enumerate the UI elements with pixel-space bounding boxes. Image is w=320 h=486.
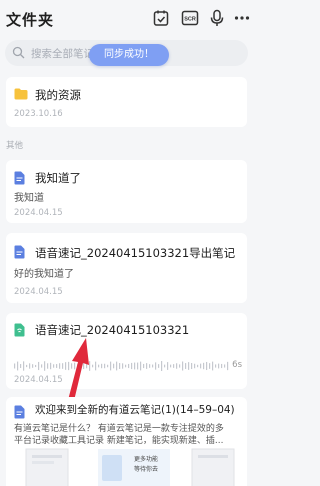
more-icon[interactable]	[233, 9, 251, 27]
note-date: 2024.04.15	[14, 375, 63, 385]
waveform-bar	[158, 364, 160, 368]
red-arrow-annotation	[67, 338, 89, 405]
waveform-bar	[98, 364, 100, 368]
note-title: 欢迎来到全新的有道云笔记(1)(14–59–04)	[35, 404, 235, 416]
document-icon	[14, 171, 25, 185]
waveform-bar	[53, 364, 55, 368]
note-title: 语音速记_20240415103321导出笔记	[35, 246, 236, 260]
thumbnail-caption-2: 等待你去	[134, 465, 158, 473]
waveform-bar	[209, 363, 211, 369]
top-bar: 文件夹 SCR	[0, 0, 253, 36]
folder-icon	[14, 88, 28, 100]
waveform-bar	[191, 362, 193, 370]
note-preview-line-2: 平台记录收藏工具记录 新建笔记，能实现新建、插...	[14, 436, 224, 446]
waveform-bar	[224, 364, 226, 368]
waveform-bar	[17, 361, 19, 371]
waveform-bar	[110, 361, 112, 371]
waveform-bar	[173, 364, 175, 368]
waveform-bar	[182, 361, 184, 371]
waveform-bar	[50, 362, 52, 370]
waveform-bar	[188, 362, 190, 370]
waveform-bar	[101, 363, 103, 369]
note-item[interactable]: 我知道了 我知道 2024.04.15	[6, 160, 247, 223]
note-thumbnails: 更多功能 等待你去	[25, 448, 235, 486]
microphone-icon[interactable]	[208, 9, 226, 27]
waveform-bar	[221, 363, 223, 369]
folder-date: 2023.10.16	[14, 109, 63, 119]
audio-note-item[interactable]: 语音速记_20240415103321 6s 2024.04.15	[6, 313, 247, 389]
audio-duration: 6s	[232, 360, 242, 370]
waveform-bar	[152, 364, 154, 368]
note-item[interactable]: 语音速记_20240415103321导出笔记 好的我知道了 2024.04.1…	[6, 233, 247, 303]
checklist-icon[interactable]	[152, 9, 170, 27]
waveform-bar	[227, 361, 229, 371]
waveform-bar	[92, 364, 94, 368]
search-placeholder: 搜索全部笔记	[31, 48, 94, 60]
waveform-bar	[104, 363, 106, 369]
note-preview: 我知道	[14, 193, 44, 204]
waveform-bar	[38, 361, 40, 371]
waveform-bar	[218, 363, 220, 369]
note-date: 2024.04.15	[14, 208, 63, 218]
waveform-bar	[95, 361, 97, 371]
waveform-bar	[122, 363, 124, 369]
document-icon	[14, 245, 25, 259]
waveform-bar	[194, 363, 196, 369]
sync-success-toast: 同步成功！	[89, 44, 169, 66]
waveform-bar	[164, 364, 166, 368]
waveform-bar	[128, 363, 130, 369]
waveform-bar	[107, 364, 109, 368]
thumbnail-caption-1: 更多功能	[134, 455, 158, 463]
waveform-bar	[14, 363, 16, 369]
waveform-bar	[185, 363, 187, 369]
waveform-bar	[149, 364, 151, 368]
waveform-bar	[212, 361, 214, 371]
note-title: 我知道了	[35, 171, 81, 185]
waveform-bar	[116, 361, 118, 371]
waveform-bar	[44, 361, 46, 371]
waveform-bar	[179, 364, 181, 368]
waveform-bar	[206, 361, 208, 371]
waveform-bar	[155, 362, 157, 370]
note-date: 2024.04.15	[14, 287, 63, 297]
waveform-bar	[119, 363, 121, 369]
waveform-bar	[176, 363, 178, 369]
note-preview: 好的我知道了	[14, 269, 74, 280]
waveform-bar	[170, 364, 172, 368]
folder-item-my-resources[interactable]: 我的资源 2023.10.16	[6, 77, 247, 127]
document-icon	[14, 405, 25, 419]
waveform-bar	[29, 363, 31, 369]
waveform-bar	[47, 363, 49, 369]
section-label-other: 其他	[6, 141, 24, 151]
waveform-bar	[197, 364, 199, 368]
waveform-bar	[35, 364, 37, 368]
waveform-bar	[20, 364, 22, 368]
waveform-bar	[167, 362, 169, 370]
waveform-bar	[203, 362, 205, 370]
waveform-bar	[113, 363, 115, 369]
waveform-bar	[137, 362, 139, 370]
waveform-bar	[140, 361, 142, 371]
waveform-bar	[134, 362, 136, 370]
page-title: 文件夹	[6, 11, 55, 29]
folder-title: 我的资源	[35, 88, 81, 102]
waveform-bar	[161, 361, 163, 371]
search-icon	[12, 46, 25, 59]
audio-waveform[interactable]	[14, 358, 234, 374]
scan-icon[interactable]: SCR	[181, 9, 199, 27]
waveform-bar	[32, 364, 34, 368]
waveform-bar	[125, 364, 127, 368]
audio-note-icon	[14, 323, 25, 337]
waveform-bar	[143, 363, 145, 369]
waveform-bar	[215, 364, 217, 368]
waveform-bar	[23, 361, 25, 371]
waveform-bar	[146, 363, 148, 369]
waveform-bar	[26, 364, 28, 368]
scan-label: SCR	[184, 17, 196, 23]
waveform-bar	[41, 364, 43, 368]
note-item[interactable]: 欢迎来到全新的有道云笔记(1)(14–59–04) 有道云笔记是什么？ 有道云笔…	[6, 397, 247, 486]
waveform-bar	[200, 363, 202, 369]
waveform-bar	[131, 362, 133, 370]
